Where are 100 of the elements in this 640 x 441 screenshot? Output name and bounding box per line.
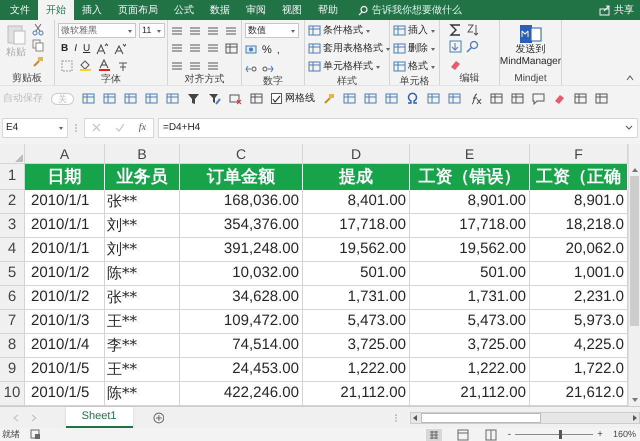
column-header[interactable]: A: [25, 144, 105, 163]
clear-filter-icon[interactable]: [208, 92, 221, 105]
page-layout-icon[interactable]: [456, 428, 470, 440]
sum-icon[interactable]: [449, 23, 462, 36]
fill-down-icon[interactable]: [449, 40, 462, 54]
expand-icon[interactable]: [625, 124, 633, 131]
ribbon-tab[interactable]: 文件: [2, 0, 38, 20]
row-header[interactable]: 5: [0, 262, 25, 286]
caret-icon[interactable]: [430, 28, 436, 34]
page-break-icon[interactable]: [484, 428, 498, 440]
caret-icon[interactable]: [430, 64, 436, 70]
eraser-icon[interactable]: [553, 92, 566, 105]
ribbon-menu-button[interactable]: 删除: [408, 41, 428, 56]
copy-icon[interactable]: [32, 39, 44, 52]
function-icon[interactable]: [469, 92, 482, 105]
share-icon[interactable]: [599, 4, 610, 16]
collapse-ribbon-icon[interactable]: [626, 74, 634, 81]
font-style-button[interactable]: B: [61, 41, 68, 56]
row-header[interactable]: 2: [0, 190, 25, 214]
ribbon-tab[interactable]: 公式: [166, 0, 202, 20]
caret-icon[interactable]: [58, 124, 64, 130]
send-to-mindmanager-button[interactable]: 发送到 MindManager: [500, 44, 562, 68]
omega-icon[interactable]: [406, 92, 419, 105]
border-icon[interactable]: [61, 60, 73, 72]
font-color-icon[interactable]: [98, 59, 111, 72]
ribbon-tab[interactable]: 开始: [38, 0, 74, 20]
grid-icon[interactable]: [250, 92, 263, 105]
caret-icon[interactable]: [156, 28, 162, 34]
column-header[interactable]: C: [180, 144, 303, 163]
share-button[interactable]: 共享: [614, 2, 634, 18]
ribbon-tab[interactable]: 审阅: [238, 0, 274, 20]
row-header[interactable]: 10: [0, 382, 25, 406]
group-label: 对齐方式: [184, 72, 224, 86]
macro-record-icon[interactable]: [30, 429, 41, 440]
ribbon-menu-button[interactable]: 单元格样式: [323, 59, 373, 74]
number-format-button[interactable]: %: [262, 42, 272, 58]
caret-icon[interactable]: [385, 46, 391, 52]
ribbon-tab[interactable]: 视图: [274, 0, 310, 20]
font-style-button[interactable]: I: [74, 41, 78, 56]
table-cell: 19,562.00: [303, 238, 410, 262]
gridlines-checkbox[interactable]: [271, 93, 282, 104]
data-validation-icon[interactable]: [229, 92, 242, 105]
clipboard-icon[interactable]: [5, 23, 27, 45]
ribbon-menu-button[interactable]: 格式: [408, 59, 428, 74]
zoom-out-button[interactable]: -: [508, 427, 512, 441]
ribbon-tab[interactable]: 帮助: [310, 0, 346, 20]
row-header[interactable]: 9: [0, 358, 25, 382]
font-size-dropdown[interactable]: 11: [139, 23, 165, 38]
caret-icon[interactable]: [375, 64, 381, 70]
caret-icon[interactable]: [365, 28, 371, 34]
caret-icon[interactable]: [430, 46, 436, 52]
scissors-icon[interactable]: [32, 23, 44, 36]
formula-field[interactable]: =D4+H4: [158, 118, 638, 138]
table-cell: 109,472.00: [180, 310, 303, 334]
column-header[interactable]: D: [303, 144, 410, 163]
slider-thumb[interactable]: [559, 430, 562, 439]
normal-view-icon[interactable]: [426, 428, 442, 440]
ribbon-tab[interactable]: 页面布局: [110, 0, 166, 20]
ribbon-tab[interactable]: 插入: [74, 0, 110, 20]
row-header[interactable]: 3: [0, 214, 25, 238]
scroll-up-icon[interactable]: [630, 166, 638, 174]
document-icon[interactable]: [519, 23, 542, 44]
brush-icon[interactable]: [323, 92, 335, 105]
ribbon-menu-button[interactable]: 条件格式: [323, 23, 363, 38]
sheet-tab[interactable]: Sheet1: [66, 407, 133, 428]
grow-font-icon[interactable]: [96, 42, 108, 54]
zoom-level[interactable]: 160%: [612, 428, 638, 441]
ribbon-tab[interactable]: 数据: [202, 0, 238, 20]
font-name-dropdown[interactable]: 微软雅黑: [58, 23, 136, 38]
row-header[interactable]: 6: [0, 286, 25, 310]
scroll-down-icon[interactable]: [630, 396, 638, 404]
shrink-font-icon[interactable]: [114, 42, 126, 54]
add-sheet-icon[interactable]: [152, 412, 164, 424]
scrollbar-thumb[interactable]: [630, 176, 639, 326]
number-format-button[interactable]: ,: [276, 42, 280, 58]
filter-icon[interactable]: [187, 92, 200, 105]
comment-icon[interactable]: [532, 92, 545, 105]
split-handle-icon[interactable]: [394, 412, 398, 422]
sort-icon[interactable]: [466, 23, 479, 36]
search-icon[interactable]: [466, 40, 479, 54]
insert-function-button[interactable]: fx: [138, 120, 146, 135]
zoom-in-button[interactable]: +: [597, 427, 603, 441]
row-header[interactable]: 1: [0, 164, 25, 190]
ribbon-menu-button[interactable]: 套用表格格式: [323, 41, 383, 56]
number-format-dropdown[interactable]: 数值: [245, 23, 299, 38]
check-icon[interactable]: [114, 123, 125, 132]
name-box[interactable]: E4: [2, 118, 68, 138]
brush-icon[interactable]: [32, 55, 44, 68]
fill-bucket-icon[interactable]: [79, 59, 92, 72]
column-header[interactable]: E: [410, 144, 530, 163]
row-header[interactable]: 4: [0, 238, 25, 262]
column-header[interactable]: B: [105, 144, 180, 163]
ribbon-menu-button[interactable]: 插入: [408, 23, 428, 38]
font-style-button[interactable]: U: [83, 41, 90, 56]
row-header[interactable]: 8: [0, 334, 25, 358]
scrollbar-thumb[interactable]: [421, 412, 542, 422]
caret-icon[interactable]: [290, 28, 296, 34]
row-header[interactable]: 7: [0, 310, 25, 334]
tell-me-field[interactable]: 告诉我你想要做什么: [372, 2, 492, 18]
caret-icon[interactable]: [127, 28, 133, 34]
